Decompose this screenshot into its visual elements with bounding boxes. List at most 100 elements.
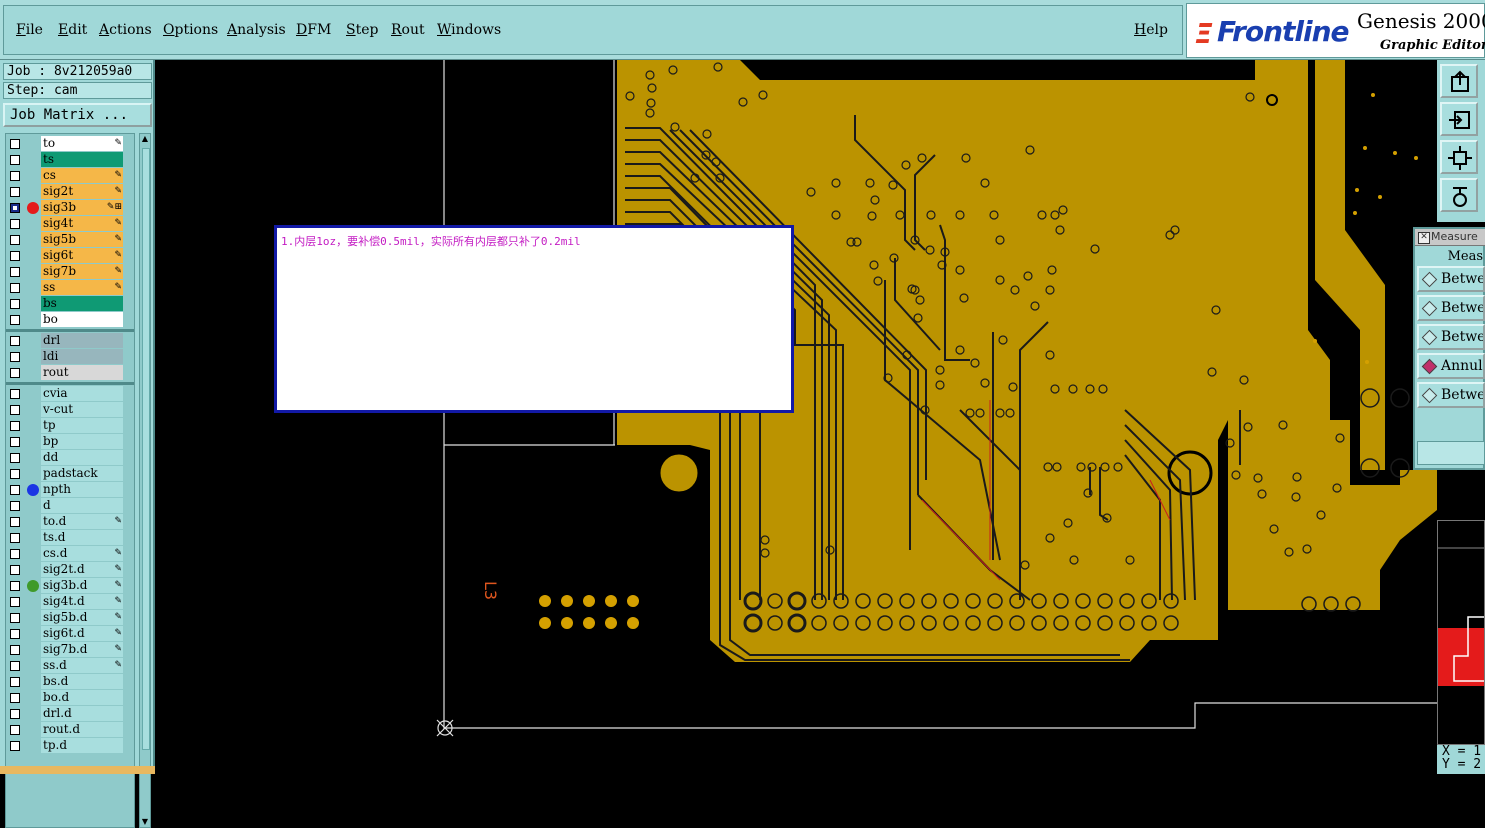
layer-checkbox[interactable]	[10, 203, 20, 213]
layer-name[interactable]: dd	[41, 450, 123, 465]
layer-checkbox[interactable]	[10, 469, 20, 479]
layer-name[interactable]: sig2t.d ✎	[41, 562, 123, 577]
layer-row-cvia[interactable]: cvia	[6, 386, 134, 402]
layer-name[interactable]: bs.d	[41, 674, 123, 689]
layer-checkbox[interactable]	[10, 725, 20, 735]
layer-checkbox[interactable]	[10, 267, 20, 277]
layer-row-padstack[interactable]: padstack	[6, 466, 134, 482]
menu-help[interactable]: Help	[1134, 22, 1168, 38]
layer-checkbox[interactable]	[10, 299, 20, 309]
layer-name[interactable]: ss ✎	[41, 280, 123, 295]
layer-checkbox[interactable]	[10, 336, 20, 346]
layer-name[interactable]: ldi	[41, 349, 123, 364]
layer-name[interactable]: to ✎	[41, 136, 123, 151]
layer-row-v-cut[interactable]: v-cut	[6, 402, 134, 418]
layer-name[interactable]: sig6t ✎	[41, 248, 123, 263]
layer-checkbox[interactable]	[10, 501, 20, 511]
pcb-drawing[interactable]: L3	[155, 60, 1437, 774]
layer-row-sig6t.d[interactable]: sig6t.d ✎	[6, 626, 134, 642]
menu-actions[interactable]: Actions	[99, 22, 152, 38]
menu-options[interactable]: Options	[163, 22, 218, 38]
layer-name[interactable]: bp	[41, 434, 123, 449]
layer-name[interactable]: cs ✎	[41, 168, 123, 183]
layer-name[interactable]: sig7b.d ✎	[41, 642, 123, 657]
layer-checkbox[interactable]	[10, 235, 20, 245]
layer-row-drl[interactable]: drl	[6, 333, 134, 349]
layer-checkbox[interactable]	[10, 368, 20, 378]
layer-row-tp.d[interactable]: tp.d	[6, 738, 134, 754]
layer-row-sig3b.d[interactable]: sig3b.d ✎	[6, 578, 134, 594]
layer-name[interactable]: v-cut	[41, 402, 123, 417]
layer-checkbox[interactable]	[10, 251, 20, 261]
note-popup[interactable]: 1.内层1oz，要补偿0.5mil，实际所有内层都只补了0.2mil	[274, 225, 794, 413]
measure-footer-button[interactable]	[1417, 441, 1485, 465]
layer-name[interactable]: bs	[41, 296, 123, 311]
layer-name[interactable]: drl	[41, 333, 123, 348]
layer-row-dd[interactable]: dd	[6, 450, 134, 466]
layer-name[interactable]: npth	[41, 482, 123, 497]
layer-name[interactable]: ts.d	[41, 530, 123, 545]
layer-row-rout.d[interactable]: rout.d	[6, 722, 134, 738]
layer-row-to[interactable]: to ✎	[6, 136, 134, 152]
layer-checkbox[interactable]	[10, 693, 20, 703]
layer-checkbox[interactable]	[10, 517, 20, 527]
layer-row-bo.d[interactable]: bo.d	[6, 690, 134, 706]
menu-dfm[interactable]: DFM	[296, 22, 331, 38]
overview-window[interactable]	[1437, 520, 1485, 745]
measure-titlebar[interactable]: ✕ Measure	[1415, 229, 1485, 246]
layer-checkbox[interactable]	[10, 549, 20, 559]
layer-scrollbar[interactable]: ▲ ▼	[139, 133, 151, 828]
layer-row-sig2t.d[interactable]: sig2t.d ✎	[6, 562, 134, 578]
layer-row-sig3b[interactable]: sig3b ✎⊞	[6, 200, 134, 216]
import-button[interactable]	[1440, 102, 1478, 136]
layer-checkbox[interactable]	[10, 155, 20, 165]
layer-name[interactable]: sig4t.d ✎	[41, 594, 123, 609]
menu-file[interactable]: File	[16, 22, 43, 38]
layer-checkbox[interactable]	[10, 421, 20, 431]
menu-edit[interactable]: Edit	[58, 22, 87, 38]
layer-row-bs.d[interactable]: bs.d	[6, 674, 134, 690]
layer-row-bo[interactable]: bo	[6, 312, 134, 328]
layer-row-ss.d[interactable]: ss.d ✎	[6, 658, 134, 674]
layer-checkbox[interactable]	[10, 645, 20, 655]
layer-name[interactable]: sig2t ✎	[41, 184, 123, 199]
layer-row-tp[interactable]: tp	[6, 418, 134, 434]
layer-name[interactable]: to.d ✎	[41, 514, 123, 529]
layer-name[interactable]: sig5b.d ✎	[41, 610, 123, 625]
layer-checkbox[interactable]	[10, 139, 20, 149]
layer-name[interactable]: sig5b ✎	[41, 232, 123, 247]
layer-checkbox[interactable]	[10, 565, 20, 575]
layer-row-ss[interactable]: ss ✎	[6, 280, 134, 296]
layer-row-to.d[interactable]: to.d ✎	[6, 514, 134, 530]
layer-name[interactable]: sig3b ✎⊞	[41, 200, 123, 215]
menu-windows[interactable]: Windows	[437, 22, 501, 38]
layer-row-ts.d[interactable]: ts.d	[6, 530, 134, 546]
layer-checkbox[interactable]	[10, 741, 20, 751]
layer-checkbox[interactable]	[10, 661, 20, 671]
layer-row-sig4t[interactable]: sig4t ✎	[6, 216, 134, 232]
layer-name[interactable]: drl.d	[41, 706, 123, 721]
layer-name[interactable]: d	[41, 498, 123, 513]
layer-checkbox[interactable]	[10, 709, 20, 719]
export-button[interactable]	[1440, 64, 1478, 98]
menu-analysis[interactable]: Analysis	[227, 22, 286, 38]
close-icon[interactable]: ✕	[1418, 232, 1430, 244]
graphic-canvas[interactable]: L3	[155, 60, 1437, 774]
layer-name[interactable]: sig3b.d ✎	[41, 578, 123, 593]
layer-row-sig4t.d[interactable]: sig4t.d ✎	[6, 594, 134, 610]
scroll-up-icon[interactable]: ▲	[140, 134, 150, 144]
layer-checkbox[interactable]	[10, 389, 20, 399]
layer-row-sig7b.d[interactable]: sig7b.d ✎	[6, 642, 134, 658]
layer-name[interactable]: rout.d	[41, 722, 123, 737]
layer-name[interactable]: sig7b ✎	[41, 264, 123, 279]
fit-view-button[interactable]	[1440, 140, 1478, 174]
layer-checkbox[interactable]	[10, 613, 20, 623]
layer-name[interactable]: tp	[41, 418, 123, 433]
layer-row-bp[interactable]: bp	[6, 434, 134, 450]
layer-checkbox[interactable]	[10, 219, 20, 229]
layer-name[interactable]: bo	[41, 312, 123, 327]
measure-option-between[interactable]: Betwe	[1417, 382, 1485, 408]
layer-name[interactable]: cvia	[41, 386, 123, 401]
layer-checkbox[interactable]	[10, 283, 20, 293]
layer-row-cs.d[interactable]: cs.d ✎	[6, 546, 134, 562]
